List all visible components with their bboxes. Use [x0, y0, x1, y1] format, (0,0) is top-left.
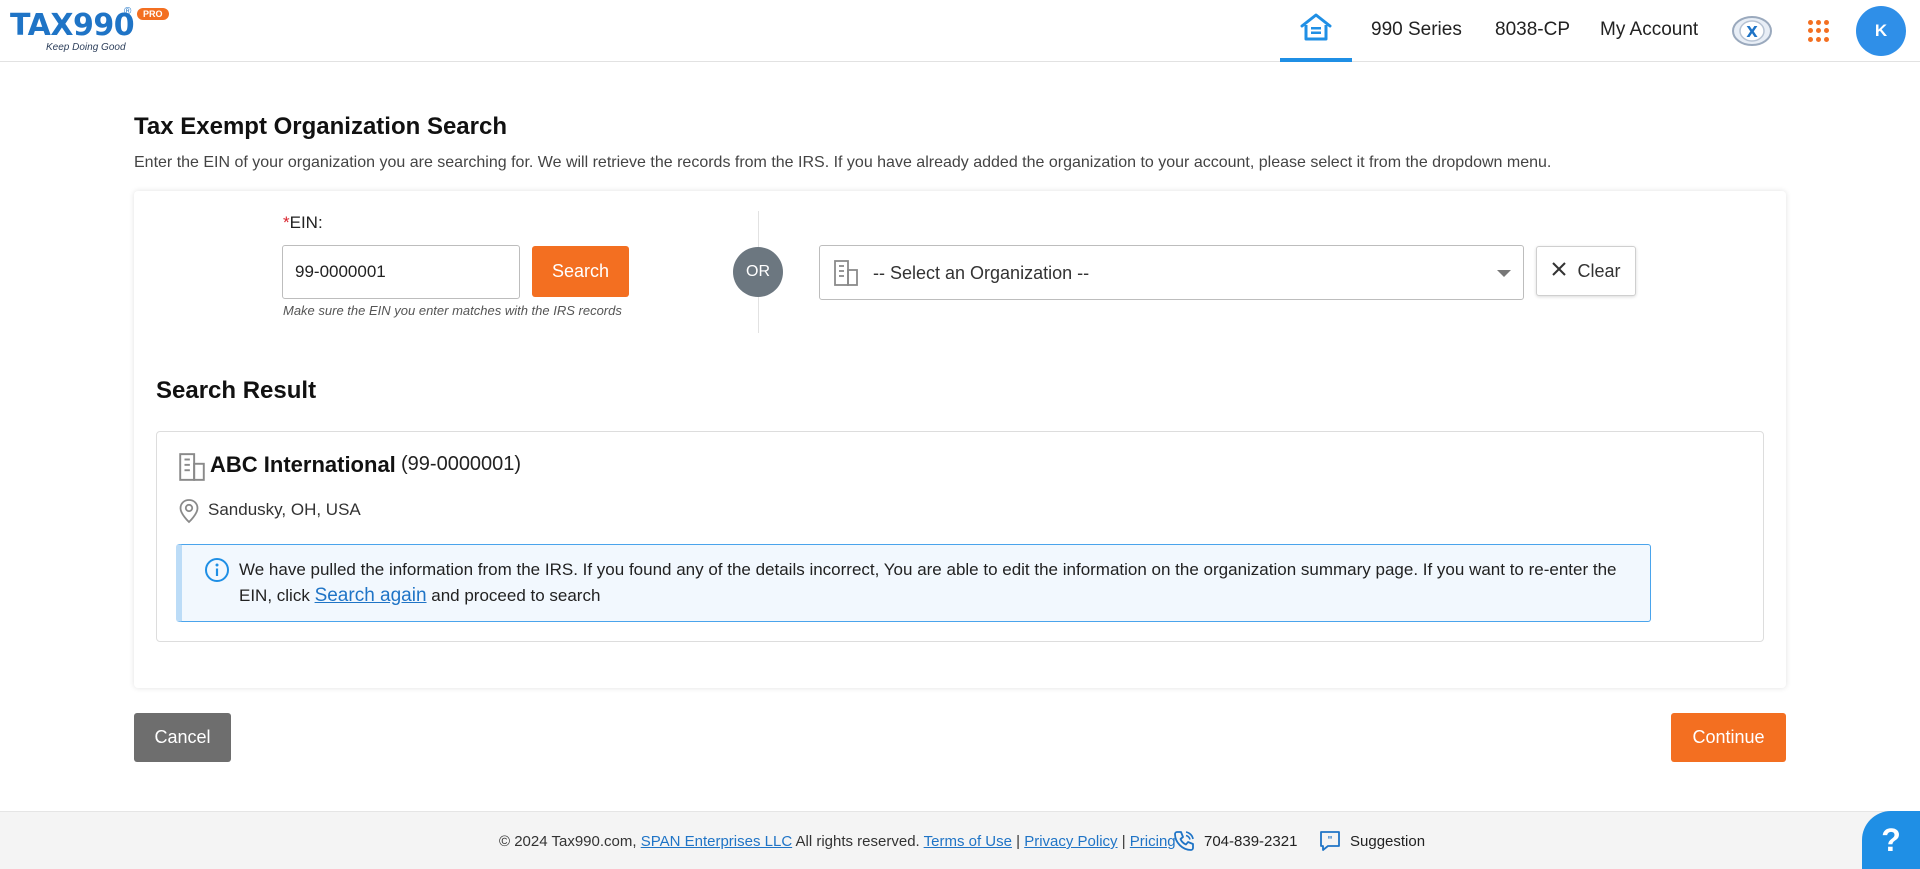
search-result-box: ABC International (99-0000001) Sandusky,…: [156, 431, 1764, 642]
search-again-link[interactable]: Search again: [315, 585, 427, 606]
footer-terms-link[interactable]: Terms of Use: [924, 833, 1012, 850]
ein-label: *EIN:: [283, 213, 323, 233]
ein-input[interactable]: [282, 245, 520, 299]
building-icon: [832, 259, 860, 292]
logo-tagline: Keep Doing Good: [46, 42, 126, 53]
footer-phone-number[interactable]: 704-839-2321: [1204, 833, 1297, 850]
footer-copyright: © 2024 Tax990.com,: [499, 833, 641, 850]
info-icon: [204, 557, 230, 588]
nav-home[interactable]: [1280, 0, 1352, 62]
pro-badge: PRO: [137, 8, 169, 20]
top-header: TAX990 ® PRO Keep Doing Good 990 Series …: [0, 0, 1920, 62]
taxbandits-x-icon[interactable]: X: [1730, 11, 1774, 51]
page-description: Enter the EIN of your organization you a…: [134, 154, 1552, 171]
footer-suggestion-link[interactable]: Suggestion: [1350, 833, 1425, 850]
tax990-logo[interactable]: TAX990 ® PRO Keep Doing Good: [10, 6, 180, 56]
clear-label: Clear: [1577, 260, 1621, 281]
organization-select-placeholder: -- Select an Organization --: [873, 263, 1090, 283]
clear-button[interactable]: Clear: [1536, 246, 1636, 296]
logo-text: TAX990: [10, 8, 135, 43]
ein-hint: Make sure the EIN you enter matches with…: [283, 303, 622, 318]
footer-separator: |: [1117, 833, 1130, 850]
info-text-end: and proceed to search: [426, 586, 601, 605]
close-icon: [1551, 261, 1567, 282]
footer-copyright-line: © 2024 Tax990.com, SPAN Enterprises LLC …: [499, 833, 1176, 850]
building-icon: [177, 452, 207, 487]
continue-button[interactable]: Continue: [1671, 713, 1786, 762]
search-card: *EIN: Search Make sure the EIN you enter…: [134, 191, 1786, 688]
info-alert: We have pulled the information from the …: [176, 544, 1651, 622]
phone-icon: [1172, 829, 1196, 858]
organization-location: Sandusky, OH, USA: [208, 500, 361, 519]
footer-pricing-link[interactable]: Pricing: [1130, 833, 1176, 850]
svg-text:X: X: [1746, 23, 1758, 41]
or-badge: OR: [733, 247, 783, 297]
nav-8038-cp[interactable]: 8038-CP: [1495, 19, 1570, 41]
organization-ein: (99-0000001): [401, 453, 522, 475]
search-button[interactable]: Search: [532, 246, 629, 297]
apps-grid-icon[interactable]: [1808, 20, 1830, 42]
required-mark: *: [283, 213, 290, 232]
footer-company-link[interactable]: SPAN Enterprises LLC: [641, 833, 792, 850]
cancel-button[interactable]: Cancel: [134, 713, 231, 762]
organization-name: ABC International: [210, 452, 396, 477]
info-message: We have pulled the information from the …: [239, 557, 1644, 609]
footer-rights: All rights reserved.: [792, 833, 924, 850]
footer-privacy-link[interactable]: Privacy Policy: [1024, 833, 1117, 850]
nav-my-account[interactable]: My Account: [1600, 19, 1698, 41]
help-button[interactable]: ?: [1862, 811, 1920, 869]
chevron-down-icon: [1497, 270, 1511, 277]
ein-label-text: EIN:: [289, 213, 323, 232]
footer-separator: |: [1011, 833, 1025, 850]
footer: © 2024 Tax990.com, SPAN Enterprises LLC …: [0, 811, 1920, 869]
user-avatar[interactable]: K: [1856, 6, 1906, 56]
svg-text:": ": [1327, 835, 1332, 846]
logo-registered-mark: ®: [124, 6, 132, 17]
search-result-heading: Search Result: [156, 377, 317, 404]
home-icon: [1299, 12, 1333, 47]
nav-990-series[interactable]: 990 Series: [1371, 19, 1462, 41]
location-pin-icon: [178, 498, 200, 529]
organization-select[interactable]: -- Select an Organization --: [819, 245, 1524, 300]
suggestion-icon: ": [1318, 829, 1342, 858]
page-title: Tax Exempt Organization Search: [134, 113, 507, 140]
